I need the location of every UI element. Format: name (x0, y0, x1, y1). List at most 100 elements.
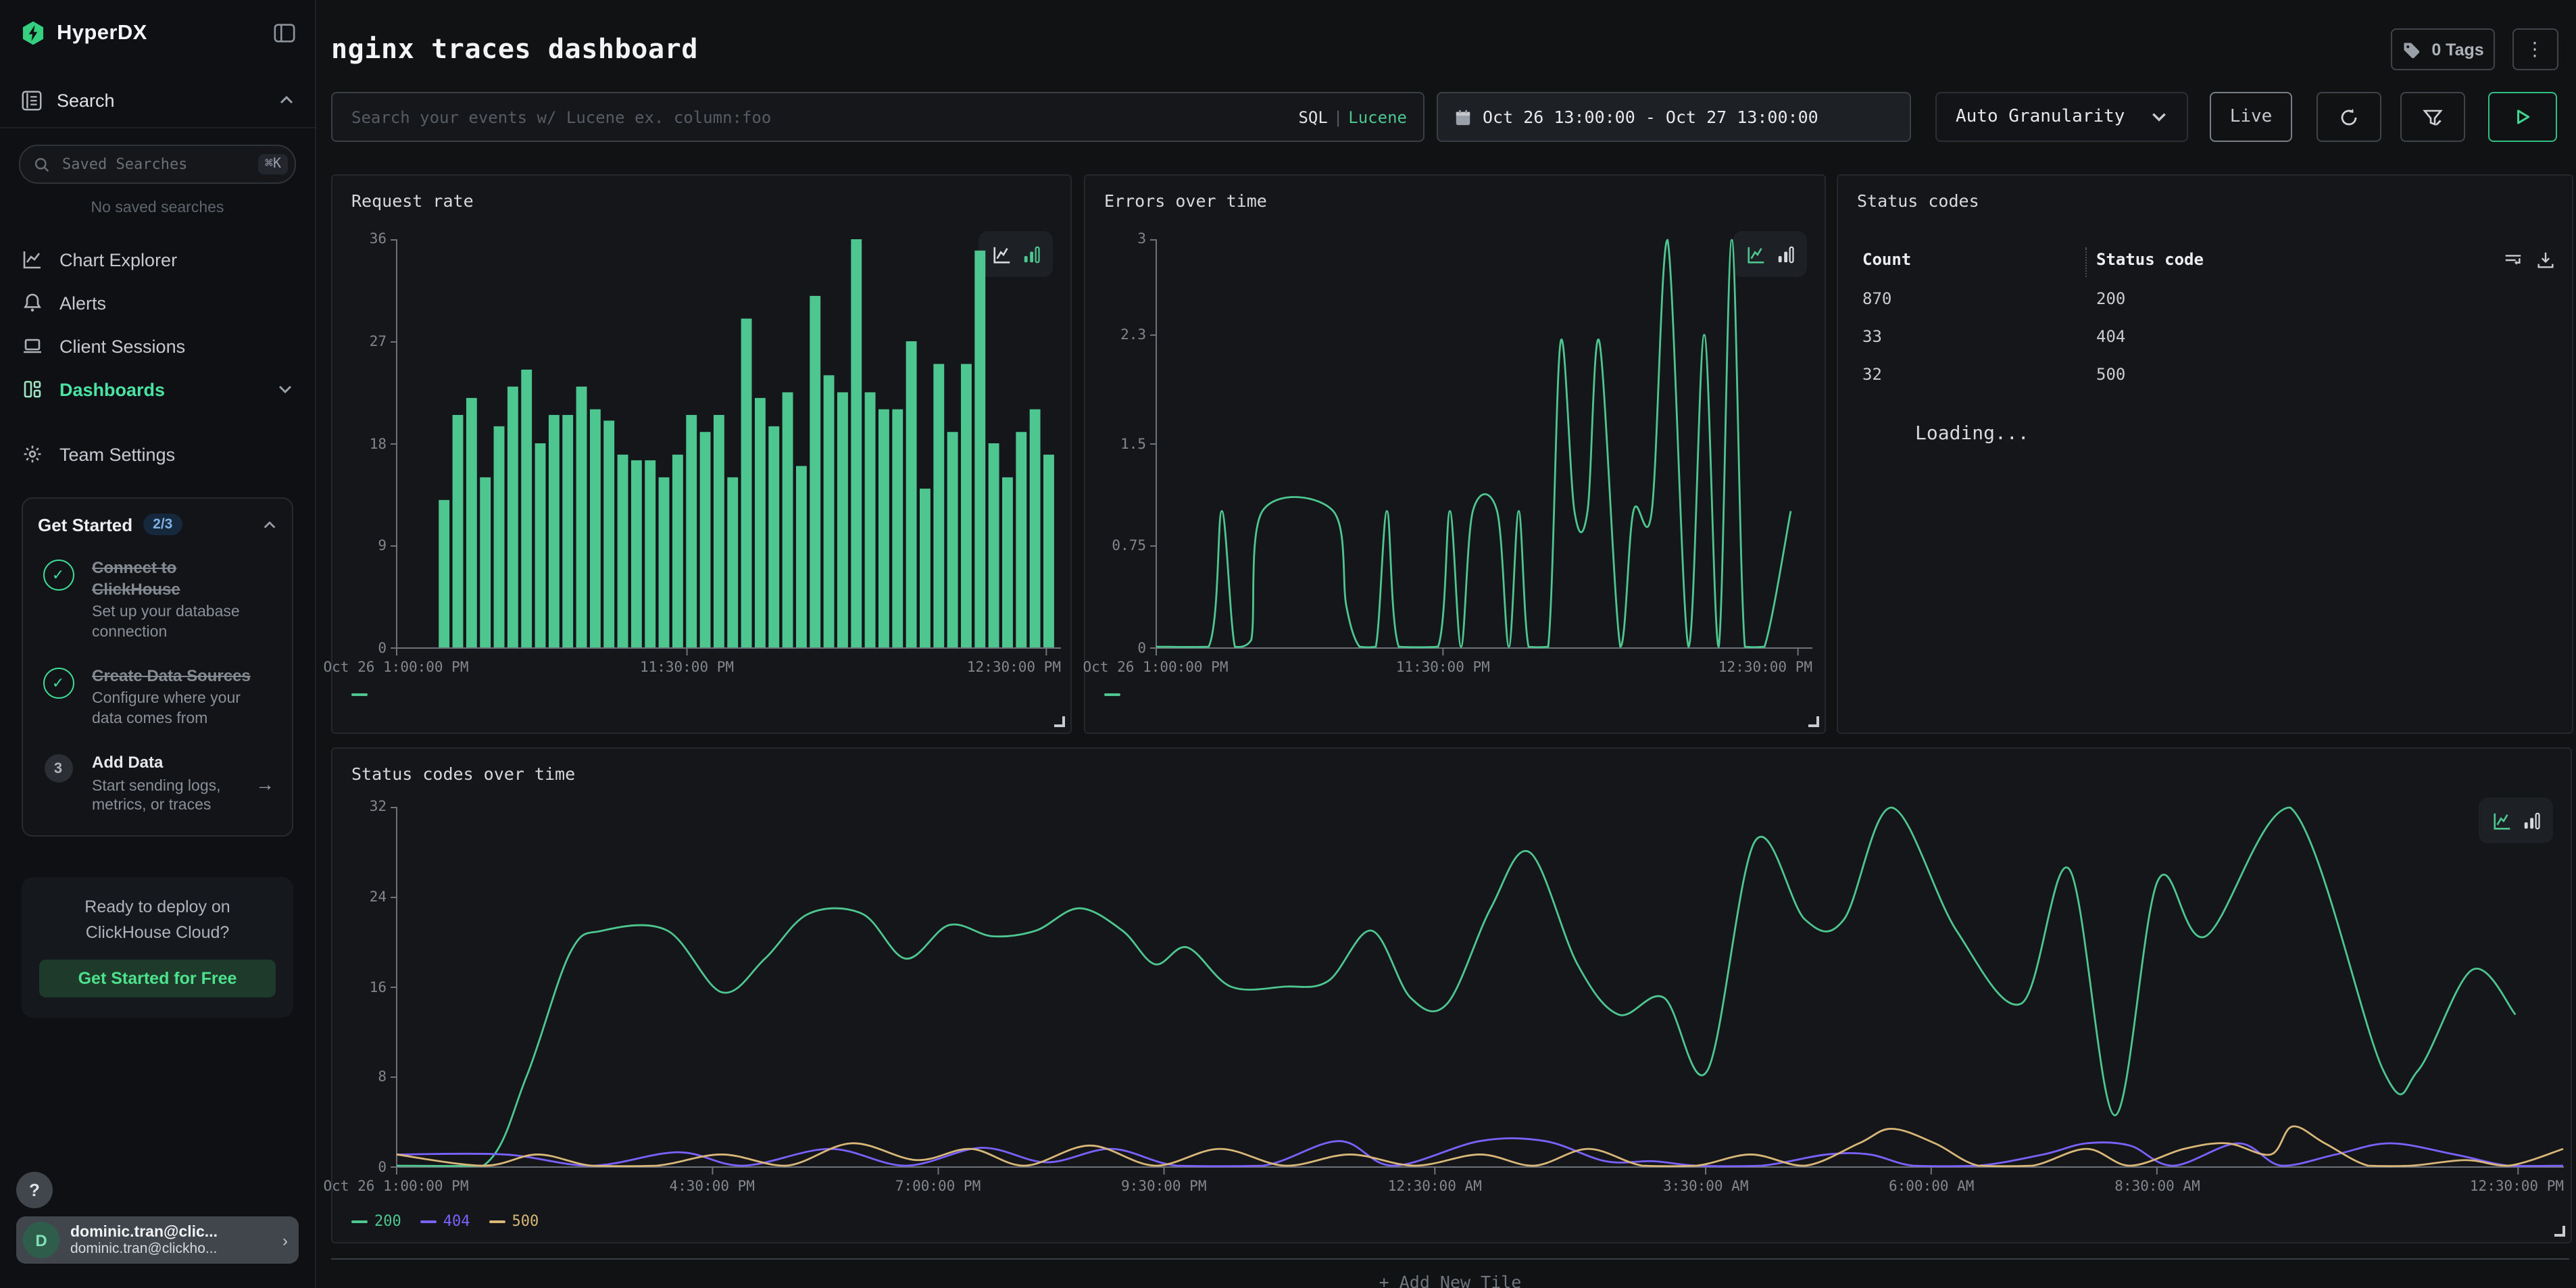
nav-label: Client Sessions (59, 336, 293, 356)
get-started-free-button[interactable]: Get Started for Free (39, 959, 276, 997)
bar (562, 415, 573, 647)
get-started-step-1[interactable]: ✓ Connect to ClickHouse Set up your data… (38, 557, 277, 644)
column-header-status-code[interactable]: Status code (2096, 250, 2204, 269)
legend-dash-icon (489, 1220, 505, 1222)
x-axis-label: 12:30:00 PM (967, 660, 1061, 676)
nav-label: Dashboards (59, 379, 261, 399)
bar (521, 370, 532, 647)
y-axis-label: 27 (332, 334, 387, 350)
resize-handle[interactable] (1054, 716, 1065, 727)
loading-indicator: Loading... (1915, 423, 2029, 445)
granularity-value: Auto Granularity (1956, 107, 2125, 127)
bar (507, 387, 518, 647)
tile-errors-over-time: Errors over time 32.31.50.750Oct 26 1:00… (1084, 174, 1826, 734)
check-circle-icon: ✓ (43, 668, 74, 699)
x-axis-label: 7:00:00 PM (895, 1179, 981, 1195)
y-axis-label: 3 (1092, 231, 1146, 247)
x-axis-label: 8:30:00 AM (2114, 1179, 2200, 1195)
step-number-badge: 3 (44, 755, 72, 783)
filter-button[interactable] (2400, 92, 2465, 142)
brand-name: HyperDX (57, 21, 262, 45)
add-new-tile-button[interactable]: + Add New Tile (331, 1258, 2569, 1288)
tile-title: Request rate (351, 191, 474, 211)
legend-item[interactable]: 200 (351, 1212, 401, 1230)
column-header-count[interactable]: Count (1862, 250, 1911, 269)
sidebar-item-alerts[interactable]: Alerts (0, 281, 315, 324)
chevron-up-icon[interactable] (278, 92, 295, 108)
kebab-menu-button[interactable]: ⋮ (2512, 28, 2558, 70)
collapse-sidebar-icon[interactable] (273, 22, 296, 45)
help-button[interactable]: ? (16, 1172, 53, 1208)
chart-plot[interactable] (1156, 239, 1812, 649)
chevron-up-icon[interactable] (262, 517, 277, 532)
hyperdx-logo-icon[interactable] (20, 20, 46, 46)
legend-label: 404 (443, 1212, 470, 1230)
download-icon[interactable] (2535, 250, 2556, 270)
bar (1016, 432, 1026, 647)
chevron-right-icon: › (282, 1231, 288, 1249)
event-search-bar[interactable]: SQL|Lucene (331, 92, 1425, 142)
table-cell[interactable]: 870 (1862, 289, 1891, 308)
cloud-card-line2: ClickHouse Cloud? (39, 920, 276, 944)
refresh-button[interactable] (2317, 92, 2381, 142)
granularity-select[interactable]: Auto Granularity (1935, 92, 2188, 142)
legend-item[interactable] (351, 693, 368, 696)
get-started-header[interactable]: Get Started 2/3 (38, 514, 277, 535)
user-name: dominic.tran@clic... (70, 1224, 272, 1240)
table-cell[interactable]: 33 (1862, 327, 1882, 346)
sidebar-item-search[interactable]: Search (0, 81, 315, 119)
x-axis-label: Oct 26 1:00:00 PM (1083, 660, 1229, 676)
table-cell[interactable]: 200 (2096, 289, 2125, 308)
chevron-down-icon[interactable] (277, 381, 293, 397)
clickhouse-cloud-card: Ready to deploy on ClickHouse Cloud? Get… (22, 878, 293, 1018)
nav-label: Alerts (59, 293, 293, 313)
wrap-text-icon[interactable] (2503, 250, 2523, 270)
sidebar-item-client-sessions[interactable]: Client Sessions (0, 324, 315, 368)
sidebar-item-chart-explorer[interactable]: Chart Explorer (0, 238, 315, 281)
bar (1030, 410, 1041, 647)
calendar-icon (1454, 107, 1472, 126)
bar (645, 460, 655, 647)
saved-searches-input-wrap[interactable]: ⌘K (19, 145, 296, 184)
cloud-card-line1: Ready to deploy on (39, 895, 276, 920)
legend-item[interactable]: 500 (489, 1212, 539, 1230)
legend-dash-icon (1104, 693, 1120, 696)
x-axis-label: 3:30:00 AM (1663, 1179, 1748, 1195)
bar (439, 500, 449, 647)
get-started-step-2[interactable]: ✓ Create Data Sources Configure where yo… (38, 666, 277, 730)
live-button[interactable]: Live (2210, 92, 2292, 142)
step-title: Connect to ClickHouse (92, 557, 257, 601)
tile-title: Errors over time (1104, 191, 1267, 211)
laptop-icon (22, 335, 43, 357)
tags-button[interactable]: 0 Tags (2391, 28, 2495, 70)
progress-badge: 2/3 (143, 514, 182, 535)
legend-item[interactable]: 404 (420, 1212, 470, 1230)
query-language-toggle[interactable]: SQL|Lucene (1298, 107, 1407, 126)
legend-item[interactable] (1104, 693, 1120, 696)
sidebar-item-dashboards[interactable]: Dashboards (0, 368, 315, 411)
bar (480, 477, 491, 647)
get-started-step-3[interactable]: 3 Add Data Start sending logs, metrics, … (38, 752, 277, 817)
table-cell[interactable]: 32 (1862, 365, 1882, 384)
bar (549, 415, 560, 647)
column-divider[interactable] (2085, 247, 2087, 277)
date-range-input[interactable]: Oct 26 13:00:00 - Oct 27 13:00:00 (1437, 92, 1911, 142)
run-query-button[interactable] (2488, 92, 2557, 142)
bar (768, 426, 779, 647)
chart-plot[interactable] (396, 239, 1061, 649)
table-cell[interactable]: 500 (2096, 365, 2125, 384)
user-menu[interactable]: D dominic.tran@clic... dominic.tran@clic… (16, 1216, 299, 1264)
saved-searches-input[interactable] (59, 154, 249, 174)
bar (783, 393, 793, 648)
sql-toggle[interactable]: SQL (1298, 107, 1327, 126)
x-axis-label: 11:30:00 PM (1396, 660, 1490, 676)
chart-plot[interactable] (396, 807, 2564, 1168)
sidebar-item-team-settings[interactable]: Team Settings (0, 432, 315, 476)
resize-handle[interactable] (1808, 716, 1819, 727)
date-range-value: Oct 26 13:00:00 - Oct 27 13:00:00 (1483, 107, 1818, 127)
x-axis-label: 11:30:00 PM (640, 660, 734, 676)
event-search-input[interactable] (349, 106, 1285, 128)
table-cell[interactable]: 404 (2096, 327, 2125, 346)
lucene-toggle[interactable]: Lucene (1348, 107, 1407, 126)
resize-handle[interactable] (2554, 1226, 2565, 1237)
